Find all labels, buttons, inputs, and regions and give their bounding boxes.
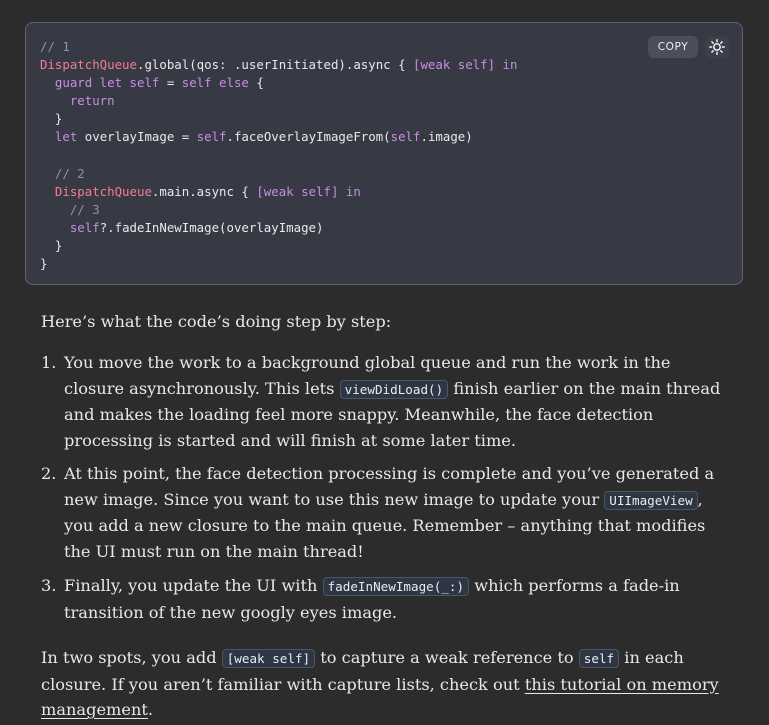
code-line: return xyxy=(40,92,517,110)
text-run: . xyxy=(147,700,154,719)
code-line: // 2 xyxy=(40,165,517,183)
code-block: // 1 DispatchQueue.global(qos: .userIniti… xyxy=(25,22,743,285)
code-token: DispatchQueue xyxy=(54,183,152,199)
inline-code: self xyxy=(578,649,620,668)
step-text: At this point, the face detection proces… xyxy=(64,461,731,564)
code-token: // 3 xyxy=(69,201,100,217)
text-run: Finally, you update the UI with xyxy=(64,576,323,595)
code-line: } xyxy=(40,255,517,273)
code-token: DispatchQueue xyxy=(40,57,137,73)
code-listing: // 1 DispatchQueue.global(qos: .userIniti… xyxy=(40,38,517,273)
step-number: 3. xyxy=(41,576,57,595)
code-token: overlayImage = xyxy=(77,129,197,145)
inline-code: [weak self] xyxy=(221,649,316,668)
inline-code: UIImageView xyxy=(604,490,698,510)
inline-code: viewDidLoad() xyxy=(339,379,449,399)
closure-note-paragraph: In two spots, you add [weak self] to cap… xyxy=(41,645,731,723)
code-token: return xyxy=(69,93,115,109)
code-line: DispatchQueue.global(qos: .userInitiated… xyxy=(40,56,517,74)
step-text: Finally, you update the UI with fadeInNe… xyxy=(64,573,731,625)
code-line: self?.fadeInNewImage(overlayImage) xyxy=(40,219,517,237)
code-line: // 1 xyxy=(40,38,517,56)
code-token: self xyxy=(390,129,421,145)
code-token: guard let self xyxy=(54,75,160,91)
code-token: } xyxy=(40,238,63,254)
sun-icon xyxy=(709,39,725,55)
code-line: DispatchQueue.main.async { [weak self] i… xyxy=(40,183,517,201)
step-number: 2. xyxy=(41,464,57,483)
step-text: You move the work to a background global… xyxy=(64,350,731,453)
steps-intro: Here’s what the code’s doing step by ste… xyxy=(41,312,392,331)
code-token: self xyxy=(196,129,227,145)
code-line: } xyxy=(40,237,517,255)
code-line: let overlayImage = self.faceOverlayImage… xyxy=(40,128,517,146)
code-token: in xyxy=(502,57,518,73)
code-token: [weak self] xyxy=(413,57,496,73)
code-token: } xyxy=(40,111,63,127)
code-token: in xyxy=(345,183,361,199)
code-token: ?.fadeInNewImage(overlayImage) xyxy=(99,219,324,235)
code-token: .main.async { xyxy=(151,183,257,199)
code-token: { xyxy=(248,75,264,91)
code-line: guard let self = self else { xyxy=(40,74,517,92)
step-number: 1. xyxy=(41,353,57,372)
code-token: = xyxy=(159,75,182,91)
code-token: // 2 xyxy=(54,165,85,181)
code-token: let xyxy=(54,129,78,145)
inline-code: fadeInNewImage(_:) xyxy=(322,577,470,596)
theme-toggle-button[interactable] xyxy=(705,36,729,58)
code-token: } xyxy=(40,256,48,272)
code-token: // 1 xyxy=(40,39,70,54)
copy-code-button[interactable]: COPY xyxy=(648,36,698,58)
code-token: .global(qos: .userInitiated).async { xyxy=(136,57,413,73)
text-run: In two spots, you add xyxy=(41,648,222,667)
code-token: self xyxy=(69,219,100,235)
copy-button-label: COPY xyxy=(657,41,689,53)
code-token: .image) xyxy=(420,129,473,145)
code-line: } xyxy=(40,110,517,128)
code-token: [weak self] xyxy=(256,183,339,199)
code-token: self else xyxy=(181,75,249,91)
code-token: .faceOverlayImageFrom( xyxy=(226,129,391,145)
text-run: to capture a weak reference to xyxy=(315,648,579,667)
code-line: // 3 xyxy=(40,201,517,219)
